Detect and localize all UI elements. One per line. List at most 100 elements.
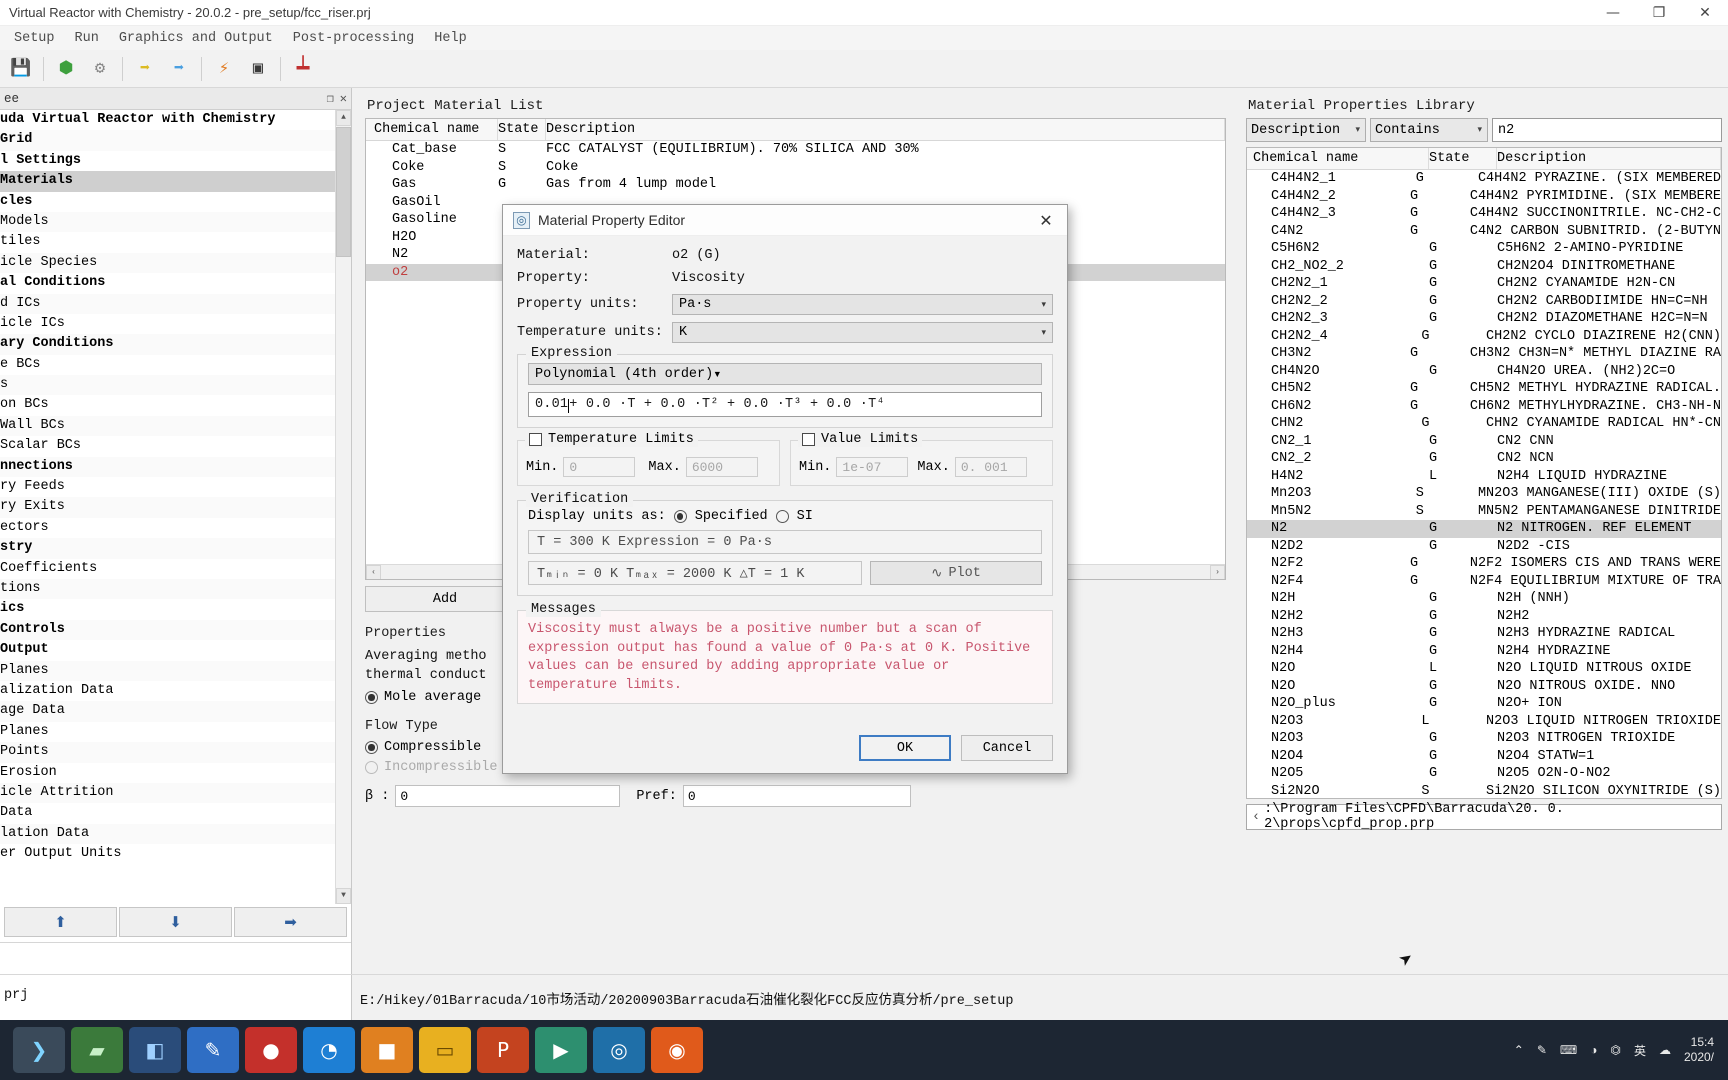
- folder-green-icon[interactable]: ▰: [71, 1027, 123, 1073]
- table-row[interactable]: Si2N2O S Si2N2O SILICON OXYNITRIDE (S): [1247, 783, 1721, 799]
- tree-node[interactable]: alization Data: [0, 681, 335, 701]
- column-description[interactable]: Description: [1497, 148, 1721, 169]
- scroll-left-icon[interactable]: ‹: [366, 565, 381, 579]
- table-row[interactable]: C5H6N2 G C5H6N2 2-AMINO-PYRIDINE: [1247, 240, 1721, 258]
- table-row[interactable]: N2D2 G N2D2 -CIS: [1247, 538, 1721, 556]
- scrollbar-thumb[interactable]: [336, 127, 351, 257]
- editor-icon[interactable]: ✎: [187, 1027, 239, 1073]
- scroll-down-icon[interactable]: ▼: [336, 888, 351, 904]
- table-row[interactable]: N2 G N2 NITROGEN. REF ELEMENT: [1247, 520, 1721, 538]
- filter-operator-select[interactable]: Contains ▾: [1370, 118, 1488, 142]
- move-up-button[interactable]: ⬆: [4, 907, 117, 937]
- column-state[interactable]: State: [1429, 148, 1497, 169]
- tree-node[interactable]: Points: [0, 742, 335, 763]
- plot-button[interactable]: ∿ Plot: [870, 561, 1042, 585]
- tree-node[interactable]: e BCs: [0, 355, 335, 375]
- firefox-icon[interactable]: ◉: [651, 1027, 703, 1073]
- restore-icon[interactable]: ❐: [327, 91, 334, 106]
- radio-icon[interactable]: [365, 741, 378, 754]
- minimize-button[interactable]: —: [1590, 0, 1636, 26]
- run-step1-icon[interactable]: ➡: [131, 55, 159, 83]
- cancel-button[interactable]: Cancel: [961, 735, 1053, 761]
- save-icon[interactable]: 💾: [7, 55, 35, 83]
- table-row[interactable]: C4H4N2_3 G C4H4N2 SUCCINONITRILE. NC-CH2-C: [1247, 205, 1721, 223]
- table-row[interactable]: N2H4 G N2H4 HYDRAZINE: [1247, 643, 1721, 661]
- tree-node[interactable]: Scalar BCs: [0, 436, 335, 456]
- table-row[interactable]: CH2N2_3 G CH2N2 DIAZOMETHANE H2C=N=N: [1247, 310, 1721, 328]
- barracuda-icon[interactable]: ◎: [593, 1027, 645, 1073]
- checkbox-icon[interactable]: [802, 433, 815, 446]
- table-row[interactable]: CH4N2O G CH4N2O UREA. (NH2)2C=O: [1247, 363, 1721, 381]
- table-row[interactable]: N2H3 G N2H3 HYDRAZINE RADICAL: [1247, 625, 1721, 643]
- cloud-icon[interactable]: ☁: [1659, 1043, 1671, 1057]
- table-row[interactable]: N2O L N2O LIQUID NITROUS OXIDE: [1247, 660, 1721, 678]
- table-row[interactable]: N2H G N2H (NNH): [1247, 590, 1721, 608]
- tree-node[interactable]: age Data: [0, 701, 335, 722]
- table-row[interactable]: C4H4N2_2 G C4H4N2 PYRIMIDINE. (SIX MEMBERE: [1247, 188, 1721, 206]
- add-material-button[interactable]: Add: [365, 586, 525, 612]
- table-row[interactable]: CH2_NO2_2 G CH2N2O4 DINITROMETHANE: [1247, 258, 1721, 276]
- temperature-units-select[interactable]: K ▾: [672, 322, 1053, 343]
- tree-node[interactable]: Models: [0, 211, 335, 233]
- move-right-button[interactable]: ➡: [234, 907, 347, 937]
- pen-icon[interactable]: ✎: [1537, 1043, 1547, 1057]
- tree-node[interactable]: s: [0, 375, 335, 396]
- volume-icon[interactable]: ⏣: [1610, 1043, 1620, 1057]
- library-search-input[interactable]: n2: [1492, 118, 1722, 142]
- temp-min-input[interactable]: 0: [563, 457, 636, 477]
- explorer-icon[interactable]: ▭: [419, 1027, 471, 1073]
- table-row[interactable]: CHN2 G CHN2 CYANAMIDE RADICAL HN*-CN: [1247, 415, 1721, 433]
- table-row[interactable]: CH2N2_4 G CH2N2 CYCLO DIAZIRENE H2(CNN): [1247, 328, 1721, 346]
- scroll-right-icon[interactable]: ›: [1210, 565, 1225, 579]
- column-description[interactable]: Description: [546, 119, 1225, 140]
- column-chemical-name[interactable]: Chemical name: [1247, 148, 1429, 169]
- clock[interactable]: 15:4 2020/: [1684, 1035, 1714, 1065]
- menu-item-help[interactable]: Help: [434, 31, 466, 46]
- value-min-input[interactable]: 1e-07: [836, 457, 909, 477]
- table-row[interactable]: CN2_2 G CN2 NCN: [1247, 450, 1721, 468]
- tree-node[interactable]: Wall BCs: [0, 415, 335, 437]
- tree-node[interactable]: er Output Units: [0, 844, 335, 864]
- terminal-icon[interactable]: ▣: [244, 55, 272, 83]
- tree-node[interactable]: Output: [0, 640, 335, 660]
- tree-node[interactable]: Planes: [0, 722, 335, 742]
- table-row[interactable]: CH5N2 G CH5N2 METHYL HYDRAZINE RADICAL.: [1247, 380, 1721, 398]
- filter-field-select[interactable]: Description ▾: [1246, 118, 1366, 142]
- property-units-select[interactable]: Pa·s ▾: [672, 294, 1053, 315]
- opera-icon[interactable]: ●: [245, 1027, 297, 1073]
- beta-input[interactable]: [395, 785, 621, 807]
- table-row[interactable]: CH2N2_2 G CH2N2 CARBODIIMIDE HN=C=NH: [1247, 293, 1721, 311]
- tree-node[interactable]: l Settings: [0, 151, 335, 171]
- close-button[interactable]: ✕: [1682, 0, 1728, 26]
- tree-node[interactable]: ry Feeds: [0, 477, 335, 497]
- close-icon[interactable]: ✕: [340, 91, 347, 106]
- library-scroll-left-icon[interactable]: ‹: [1252, 810, 1260, 825]
- powerpoint-icon[interactable]: P: [477, 1027, 529, 1073]
- tree-node[interactable]: tiles: [0, 232, 335, 252]
- tree-node[interactable]: on BCs: [0, 395, 335, 415]
- flash-icon[interactable]: ⚡: [210, 55, 238, 83]
- tree-node[interactable]: Controls: [0, 619, 335, 641]
- column-chemical-name[interactable]: Chemical name: [366, 119, 498, 140]
- tree-node[interactable]: nnections: [0, 456, 335, 478]
- grid-icon[interactable]: ┷: [289, 55, 317, 83]
- library-path-field[interactable]: ‹ :\Program Files\CPFD\Barracuda\20. 0. …: [1246, 802, 1722, 832]
- store-icon[interactable]: ◧: [129, 1027, 181, 1073]
- radio-icon[interactable]: [775, 510, 789, 523]
- table-row[interactable]: N2O3 L N2O3 LIQUID NITROGEN TRIOXIDE: [1247, 713, 1721, 731]
- table-row[interactable]: N2F2 G N2F2 ISOMERS CIS AND TRANS WERE: [1247, 555, 1721, 573]
- table-row[interactable]: N2O G N2O NITROUS OXIDE. NNO: [1247, 678, 1721, 696]
- table-row[interactable]: Gas G Gas from 4 lump model: [366, 176, 1225, 194]
- tree-node[interactable]: icle Species: [0, 252, 335, 274]
- table-row[interactable]: Cat_base S FCC CATALYST (EQUILIBRIUM). 70%…: [366, 141, 1225, 159]
- tree-node[interactable]: d ICs: [0, 293, 335, 314]
- table-row[interactable]: CH2N2_1 G CH2N2 CYANAMIDE H2N-CN: [1247, 275, 1721, 293]
- maximize-button[interactable]: ❐: [1636, 0, 1682, 26]
- tree-node[interactable]: lation Data: [0, 823, 335, 845]
- keyboard-icon[interactable]: ⌨: [1560, 1043, 1577, 1057]
- table-row[interactable]: N2O_plus G N2O+ ION: [1247, 695, 1721, 713]
- menu-item-run[interactable]: Run: [75, 31, 99, 46]
- table-row[interactable]: H4N2 L N2H4 LIQUID HYDRAZINE: [1247, 468, 1721, 486]
- temp-max-input[interactable]: 6000: [685, 457, 758, 477]
- radio-icon[interactable]: [365, 691, 378, 704]
